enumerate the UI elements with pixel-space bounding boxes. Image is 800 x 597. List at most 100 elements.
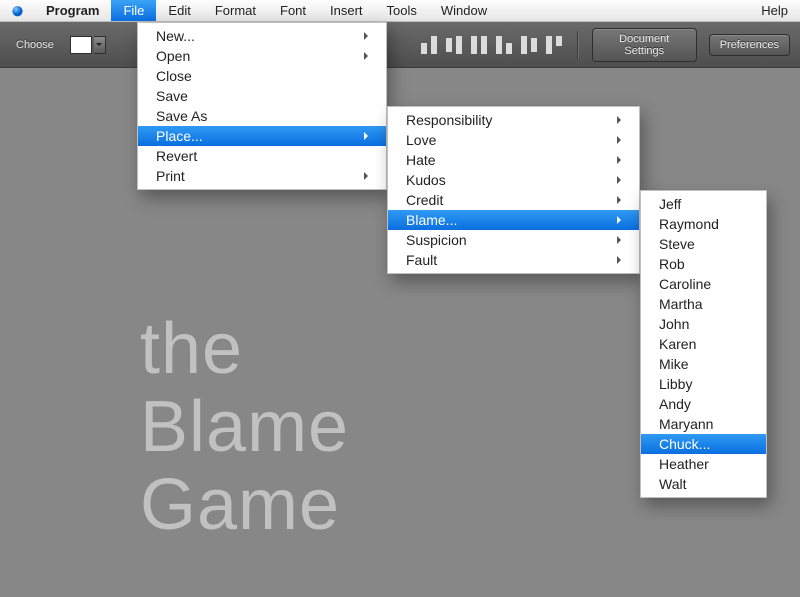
document-settings-button[interactable]: Document Settings bbox=[592, 28, 697, 62]
menu-item-label: Kudos bbox=[406, 172, 446, 188]
place-menu-item[interactable]: Love bbox=[388, 130, 639, 150]
blame-menu-item[interactable]: Caroline bbox=[641, 274, 766, 294]
blame-menu-item[interactable]: Raymond bbox=[641, 214, 766, 234]
file-menu: New... Open Close Save Save As Place... Revert… bbox=[137, 22, 387, 190]
align-left-icon[interactable] bbox=[495, 36, 513, 54]
place-menu-item[interactable]: Hate bbox=[388, 150, 639, 170]
title-line: the bbox=[140, 310, 349, 388]
submenu-arrow-icon bbox=[364, 132, 372, 140]
blame-menu-item[interactable]: Heather bbox=[641, 454, 766, 474]
blame-menu-item[interactable]: Martha bbox=[641, 294, 766, 314]
place-menu-item[interactable]: Suspicion bbox=[388, 230, 639, 250]
menu-item-label: Fault bbox=[406, 252, 437, 268]
file-menu-item[interactable]: Print bbox=[138, 166, 386, 186]
blame-menu-item[interactable]: Libby bbox=[641, 374, 766, 394]
menu-item-label: Place... bbox=[156, 128, 203, 144]
menu-item-label: Rob bbox=[659, 256, 685, 272]
submenu-arrow-icon bbox=[364, 52, 372, 60]
menu-window[interactable]: Window bbox=[429, 0, 499, 21]
blame-menu-item[interactable]: Chuck... bbox=[641, 434, 766, 454]
menu-item-label: Blame... bbox=[406, 212, 457, 228]
file-menu-item[interactable]: Save bbox=[138, 86, 386, 106]
menu-item-label: Steve bbox=[659, 236, 695, 252]
menu-item-label: Walt bbox=[659, 476, 686, 492]
blame-menu-item[interactable]: Mike bbox=[641, 354, 766, 374]
menu-font[interactable]: Font bbox=[268, 0, 318, 21]
blame-menu-item[interactable]: Jeff bbox=[641, 194, 766, 214]
menu-item-label: Andy bbox=[659, 396, 691, 412]
menu-item-label: Heather bbox=[659, 456, 709, 472]
menu-format[interactable]: Format bbox=[203, 0, 268, 21]
file-menu-item[interactable]: Revert bbox=[138, 146, 386, 166]
menu-help[interactable]: Help bbox=[749, 0, 800, 21]
submenu-arrow-icon bbox=[617, 196, 625, 204]
align-right-icon[interactable] bbox=[545, 36, 563, 54]
align-middle-icon[interactable] bbox=[445, 36, 463, 54]
place-menu-item[interactable]: Responsibility bbox=[388, 110, 639, 130]
submenu-arrow-icon bbox=[617, 136, 625, 144]
menu-item-label: John bbox=[659, 316, 689, 332]
blame-menu-item[interactable]: Karen bbox=[641, 334, 766, 354]
menu-item-label: Love bbox=[406, 132, 436, 148]
menu-item-label: Save bbox=[156, 88, 188, 104]
toolbar-separator bbox=[577, 31, 578, 59]
place-menu-item[interactable]: Kudos bbox=[388, 170, 639, 190]
submenu-arrow-icon bbox=[617, 256, 625, 264]
title-line: Game bbox=[140, 466, 349, 544]
file-menu-item[interactable]: Open bbox=[138, 46, 386, 66]
file-menu-item[interactable]: Place... bbox=[138, 126, 386, 146]
menu-item-label: Responsibility bbox=[406, 112, 492, 128]
submenu-arrow-icon bbox=[617, 216, 625, 224]
page-title: the Blame Game bbox=[140, 310, 349, 544]
align-top-icon[interactable] bbox=[470, 36, 488, 54]
place-submenu: Responsibility Love Hate Kudos Credit Blame..… bbox=[387, 106, 640, 274]
submenu-arrow-icon bbox=[617, 176, 625, 184]
menu-program[interactable]: Program bbox=[34, 0, 111, 21]
submenu-arrow-icon bbox=[617, 156, 625, 164]
preferences-button[interactable]: Preferences bbox=[709, 34, 790, 56]
blame-menu-item[interactable]: Walt bbox=[641, 474, 766, 494]
menu-item-label: Libby bbox=[659, 376, 692, 392]
menu-item-label: Jeff bbox=[659, 196, 681, 212]
color-swatch bbox=[70, 36, 92, 54]
file-menu-item[interactable]: Save As bbox=[138, 106, 386, 126]
blame-menu-item[interactable]: John bbox=[641, 314, 766, 334]
menu-item-label: Martha bbox=[659, 296, 703, 312]
align-group bbox=[420, 36, 563, 54]
menu-item-label: Print bbox=[156, 168, 185, 184]
menu-file[interactable]: File bbox=[111, 0, 156, 21]
apple-icon[interactable] bbox=[0, 0, 34, 21]
menu-item-label: Caroline bbox=[659, 276, 711, 292]
menu-item-label: Chuck... bbox=[659, 436, 710, 452]
menubar: Program FileEditFormatFontInsertToolsWin… bbox=[0, 0, 800, 22]
submenu-arrow-icon bbox=[617, 116, 625, 124]
menu-item-label: Credit bbox=[406, 192, 443, 208]
title-line: Blame bbox=[140, 388, 349, 466]
menu-item-label: Maryann bbox=[659, 416, 713, 432]
menu-item-label: Save As bbox=[156, 108, 207, 124]
place-menu-item[interactable]: Blame... bbox=[388, 210, 639, 230]
menu-edit[interactable]: Edit bbox=[156, 0, 202, 21]
menu-item-label: Raymond bbox=[659, 216, 719, 232]
align-bottom-icon[interactable] bbox=[420, 36, 438, 54]
chevron-down-icon bbox=[94, 36, 106, 54]
align-center-icon[interactable] bbox=[520, 36, 538, 54]
menu-item-label: Close bbox=[156, 68, 192, 84]
blame-menu-item[interactable]: Steve bbox=[641, 234, 766, 254]
file-menu-item[interactable]: New... bbox=[138, 26, 386, 46]
file-menu-item[interactable]: Close bbox=[138, 66, 386, 86]
menu-insert[interactable]: Insert bbox=[318, 0, 375, 21]
menu-item-label: Suspicion bbox=[406, 232, 467, 248]
blame-menu-item[interactable]: Rob bbox=[641, 254, 766, 274]
menubar-spacer bbox=[499, 0, 749, 21]
blame-menu-item[interactable]: Andy bbox=[641, 394, 766, 414]
color-swatch-dropdown[interactable] bbox=[70, 36, 106, 54]
blame-menu-item[interactable]: Maryann bbox=[641, 414, 766, 434]
menu-item-label: Mike bbox=[659, 356, 689, 372]
menu-tools[interactable]: Tools bbox=[375, 0, 429, 21]
place-menu-item[interactable]: Credit bbox=[388, 190, 639, 210]
submenu-arrow-icon bbox=[617, 236, 625, 244]
menu-item-label: Revert bbox=[156, 148, 197, 164]
place-menu-item[interactable]: Fault bbox=[388, 250, 639, 270]
menu-item-label: New... bbox=[156, 28, 195, 44]
